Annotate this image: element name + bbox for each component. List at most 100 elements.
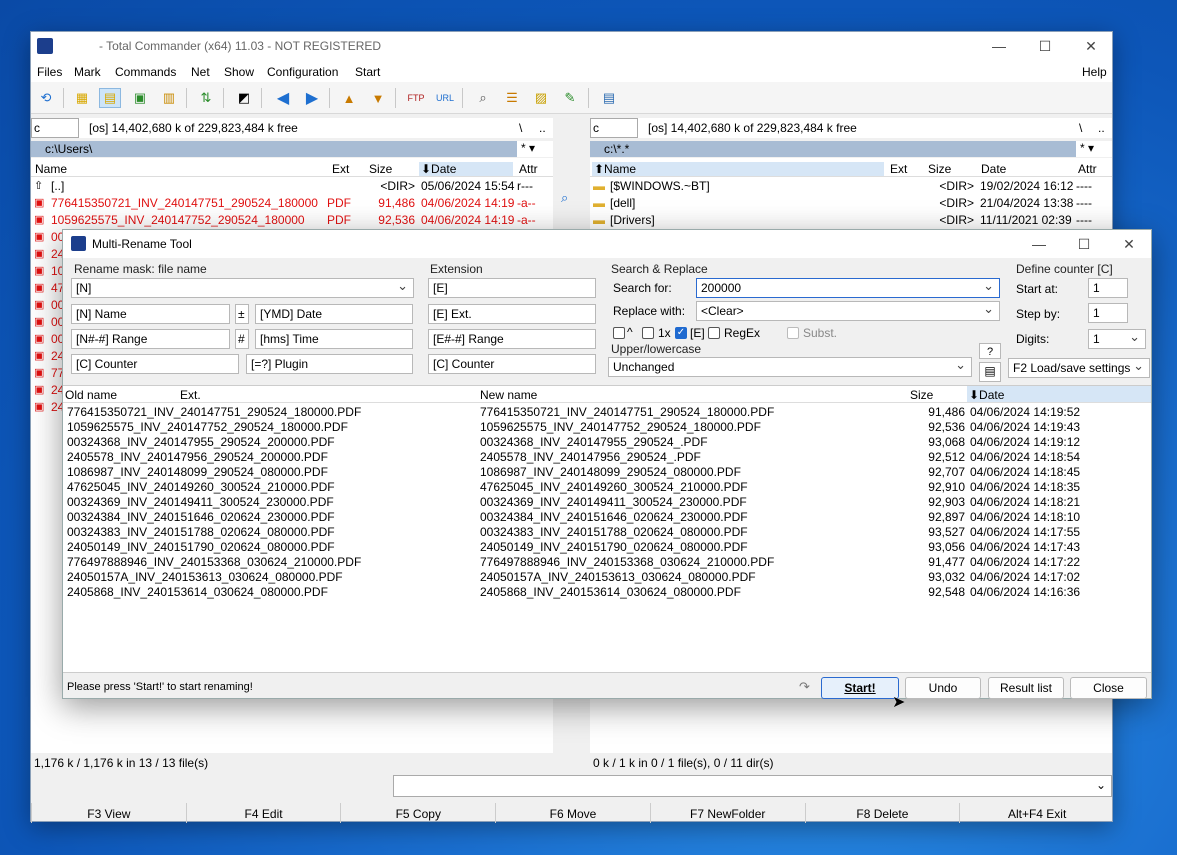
- menu-net[interactable]: Net: [191, 65, 210, 79]
- col-attr[interactable]: Attr: [519, 162, 538, 176]
- fkey-button[interactable]: F4 Edit: [185, 803, 341, 823]
- url-icon[interactable]: URL: [434, 88, 456, 108]
- rename-row[interactable]: 2405578_INV_240147956_290524_200000.PDF 2…: [63, 450, 1151, 465]
- folder-row[interactable]: ▬ [$WINDOWS.~BT] <DIR> 19/02/2024 16:12 ----: [590, 178, 1112, 195]
- time-button[interactable]: [hms] Time: [255, 329, 413, 349]
- plus-minus-button[interactable]: ±: [235, 304, 249, 324]
- close-icon[interactable]: ✕: [1106, 230, 1152, 258]
- minimize-icon[interactable]: —: [1016, 230, 1062, 258]
- rename-row[interactable]: 2405868_INV_240153614_030624_080000.PDF 2…: [63, 585, 1151, 600]
- right-root-button[interactable]: \: [1079, 121, 1082, 135]
- ext-button[interactable]: [E] Ext.: [428, 304, 596, 324]
- col-size[interactable]: Size: [910, 388, 933, 402]
- col-ext[interactable]: Ext: [890, 162, 907, 176]
- rename-row[interactable]: 00324369_INV_240149411_300524_230000.PDF…: [63, 495, 1151, 510]
- fkey-button[interactable]: F6 Move: [495, 803, 650, 823]
- col-name[interactable]: ⬆Name: [592, 162, 884, 176]
- left-path[interactable]: c:\Users\: [31, 141, 517, 157]
- close-button[interactable]: Close: [1070, 677, 1147, 699]
- help-button[interactable]: ?: [979, 343, 1001, 359]
- once-checkbox[interactable]: [642, 327, 654, 339]
- multi-rename-icon[interactable]: ☰: [501, 88, 523, 108]
- file-row[interactable]: ▣ 1059625575_INV_240147752_290524_180000 P…: [31, 212, 553, 229]
- right-filter[interactable]: * ▾: [1076, 141, 1112, 157]
- command-line[interactable]: ⌄: [393, 775, 1112, 797]
- compare-icon[interactable]: ▨: [530, 88, 552, 108]
- step-by-input[interactable]: 1: [1088, 303, 1128, 323]
- menu-help[interactable]: Help: [1082, 65, 1107, 79]
- col-size[interactable]: Size: [369, 162, 392, 176]
- pack-icon[interactable]: ▲: [338, 88, 360, 108]
- right-up-button[interactable]: ..: [1098, 121, 1105, 135]
- left-filter[interactable]: * ▾: [517, 141, 553, 157]
- col-ext[interactable]: Ext: [332, 162, 349, 176]
- close-icon[interactable]: ✕: [1068, 32, 1114, 60]
- extension-input[interactable]: [E]: [428, 278, 596, 298]
- unpack-icon[interactable]: ▼: [367, 88, 389, 108]
- search-icon[interactable]: ⌕: [472, 88, 494, 108]
- folder-row[interactable]: ▬ [Drivers] <DIR> 11/11/2021 02:39 ----: [590, 212, 1112, 229]
- tree-icon[interactable]: ▥: [158, 88, 180, 108]
- menu-configuration[interactable]: Configuration: [267, 65, 338, 79]
- full-view-icon[interactable]: ▤: [99, 88, 121, 108]
- folder-row[interactable]: ▬ [dell] <DIR> 21/04/2024 13:38 ----: [590, 195, 1112, 212]
- ext-range-button[interactable]: [E#-#] Range: [428, 329, 596, 349]
- menu-commands[interactable]: Commands: [115, 65, 176, 79]
- edit-icon[interactable]: ✎: [559, 88, 581, 108]
- right-drive-select[interactable]: c: [590, 118, 638, 138]
- menu-mark[interactable]: Mark: [74, 65, 101, 79]
- maximize-icon[interactable]: ☐: [1022, 32, 1068, 60]
- rename-row[interactable]: 776415350721_INV_240147751_290524_180000…: [63, 405, 1151, 420]
- fkey-button[interactable]: Alt+F4 Exit: [959, 803, 1114, 823]
- col-date[interactable]: ⬇Date: [967, 386, 1151, 402]
- col-name[interactable]: Name: [35, 162, 67, 176]
- search-for-input[interactable]: 200000: [696, 278, 1000, 298]
- file-row[interactable]: ⇧ [..] <DIR> 05/06/2024 15:54 r---: [31, 178, 553, 195]
- reg-list-icon[interactable]: ▤: [979, 362, 1001, 382]
- col-new-name[interactable]: New name: [480, 388, 537, 402]
- start-at-input[interactable]: 1: [1088, 278, 1128, 298]
- menu-start[interactable]: Start: [355, 65, 380, 79]
- subst-checkbox[interactable]: [787, 327, 799, 339]
- back-icon[interactable]: ◀: [272, 88, 294, 108]
- case-checkbox[interactable]: [613, 327, 625, 339]
- left-drive-select[interactable]: c: [31, 118, 79, 138]
- find-icon[interactable]: ⌕: [561, 190, 568, 206]
- rename-row[interactable]: 47625045_INV_240149260_300524_210000.PDF…: [63, 480, 1151, 495]
- ext-checkbox-checked[interactable]: ✓: [675, 327, 687, 339]
- col-old-name[interactable]: Old name: [65, 388, 117, 402]
- rename-row[interactable]: 24050149_INV_240151790_020624_080000.PDF…: [63, 540, 1151, 555]
- notepad-icon[interactable]: ▤: [598, 88, 620, 108]
- rename-row[interactable]: 00324383_INV_240151788_020624_080000.PDF…: [63, 525, 1151, 540]
- case-select[interactable]: Unchanged: [608, 357, 972, 377]
- left-root-button[interactable]: \: [519, 121, 522, 135]
- undo-button[interactable]: Undo: [905, 677, 981, 699]
- invert-icon[interactable]: ◩: [233, 88, 255, 108]
- name-button[interactable]: [N] Name: [71, 304, 230, 324]
- rename-row[interactable]: 00324384_INV_240151646_020624_230000.PDF…: [63, 510, 1151, 525]
- fkey-button[interactable]: F3 View: [31, 803, 186, 823]
- rename-row[interactable]: 24050157A_INV_240153613_030624_080000.PD…: [63, 570, 1151, 585]
- digits-select[interactable]: 1: [1088, 329, 1146, 349]
- range-button[interactable]: [N#-#] Range: [71, 329, 230, 349]
- refresh-icon[interactable]: ⟲: [35, 88, 57, 108]
- hash-button[interactable]: #: [235, 329, 249, 349]
- thumbnails-icon[interactable]: ▣: [129, 88, 151, 108]
- fkey-button[interactable]: F8 Delete: [804, 803, 960, 823]
- col-date[interactable]: Date: [981, 162, 1006, 176]
- start-button[interactable]: Start!: [821, 677, 899, 699]
- ftp-icon[interactable]: FTP: [405, 88, 427, 108]
- col-ext[interactable]: Ext.: [180, 388, 201, 402]
- left-up-button[interactable]: ..: [539, 121, 546, 135]
- col-date[interactable]: ⬇Date: [419, 162, 513, 176]
- date-button[interactable]: [YMD] Date: [255, 304, 413, 324]
- maximize-icon[interactable]: ☐: [1061, 230, 1107, 258]
- replace-with-input[interactable]: <Clear>: [696, 301, 1000, 321]
- rename-row[interactable]: 776497888946_INV_240153368_030624_210000…: [63, 555, 1151, 570]
- forward-icon[interactable]: ▶: [301, 88, 323, 108]
- minimize-icon[interactable]: —: [976, 32, 1022, 60]
- mask-input[interactable]: [N]: [71, 278, 414, 298]
- ext-counter-button[interactable]: [C] Counter: [428, 354, 596, 374]
- fkey-button[interactable]: F7 NewFolder: [649, 803, 805, 823]
- load-save-select[interactable]: F2 Load/save settings: [1008, 358, 1150, 378]
